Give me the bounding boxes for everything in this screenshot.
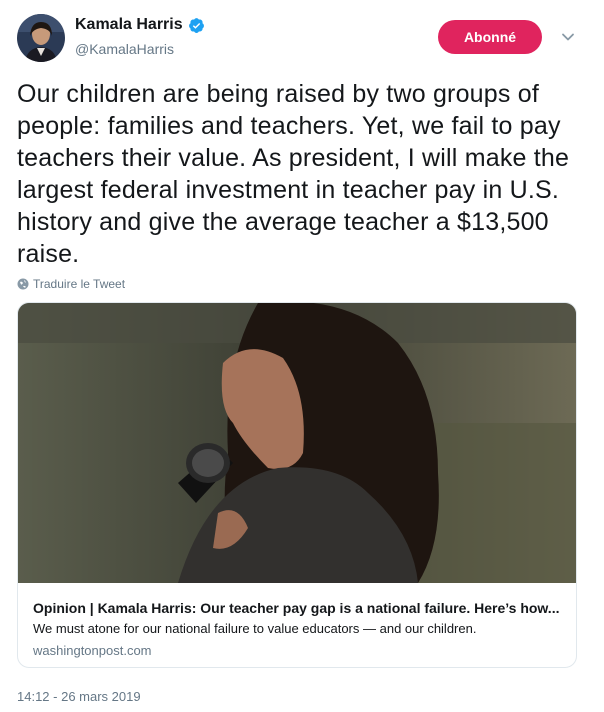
translate-tweet-link[interactable]: Traduire le Tweet <box>17 277 125 291</box>
author-handle[interactable]: @KamalaHarris <box>75 41 174 57</box>
card-image <box>18 303 576 583</box>
link-card[interactable]: Opinion | Kamala Harris: Our teacher pay… <box>17 302 577 668</box>
globe-icon <box>17 278 29 290</box>
verified-badge-icon <box>188 17 204 33</box>
author-name-row: Kamala Harris <box>75 16 205 34</box>
card-domain: washingtonpost.com <box>33 643 152 658</box>
avatar[interactable] <box>17 14 65 62</box>
following-button[interactable]: Abonné <box>438 20 542 54</box>
tweet-text: Our children are being raised by two gro… <box>17 80 570 268</box>
card-description: We must atone for our national failure t… <box>33 621 477 636</box>
card-title: Opinion | Kamala Harris: Our teacher pay… <box>33 600 560 616</box>
translate-label: Traduire le Tweet <box>33 277 126 291</box>
chevron-down-icon[interactable] <box>561 30 575 44</box>
author-name[interactable]: Kamala Harris <box>75 16 183 34</box>
tweet-timestamp[interactable]: 14:12 - 26 mars 2019 <box>17 689 141 704</box>
avatar-photo <box>17 14 65 62</box>
